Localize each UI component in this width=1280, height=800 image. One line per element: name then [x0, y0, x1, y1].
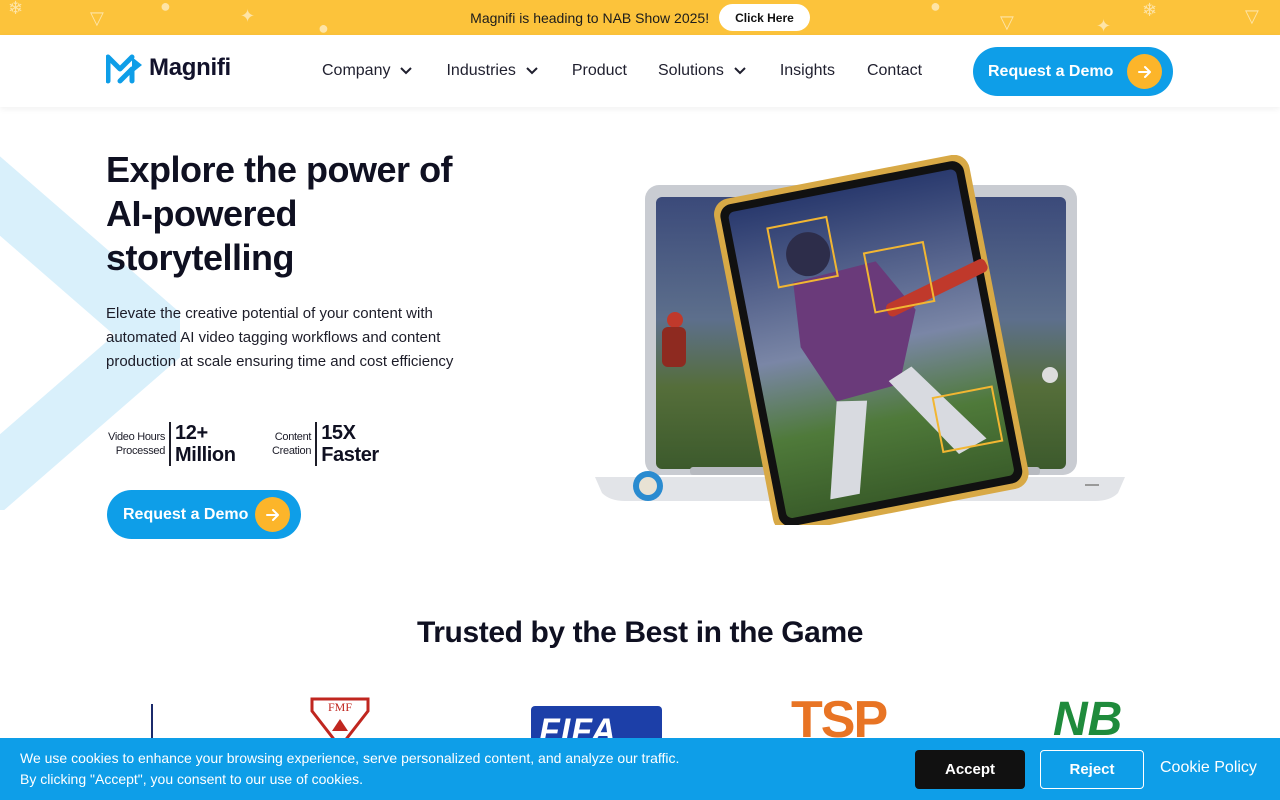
nav-item-label: Solutions: [658, 62, 724, 79]
ball-icon: ●: [160, 0, 171, 16]
pennant-icon: ▽: [1245, 6, 1259, 26]
main-nav: Magnifi Company Industries Product Solut…: [0, 35, 1280, 107]
magnifi-logo[interactable]: Magnifi: [106, 51, 231, 85]
cookie-policy-link[interactable]: Cookie Policy: [1160, 759, 1257, 777]
magnifi-logo-icon: [106, 54, 142, 84]
nav-item-insights[interactable]: Insights: [780, 62, 835, 80]
stat-value-line: Million: [175, 444, 236, 466]
request-demo-label: Request a Demo: [123, 505, 249, 523]
fmf-logo-text: FMF: [328, 700, 352, 714]
stat-value: 15X Faster: [321, 422, 379, 466]
stat-label-line: Processed: [115, 445, 166, 457]
cookie-reject-button[interactable]: Reject: [1040, 750, 1144, 789]
arrow-right-icon: [255, 497, 290, 532]
hero-device-illustration: [595, 155, 1125, 525]
cookie-message-line: By clicking "Accept", you consent to our…: [20, 771, 363, 787]
snowflake-icon: ❄: [8, 0, 24, 18]
stat-divider: [169, 422, 172, 466]
hero-description: Elevate the creative potential of your c…: [106, 305, 454, 370]
chevron-down-icon: [734, 67, 746, 75]
stat-value-line: 12+: [175, 422, 208, 444]
nav-request-demo-button[interactable]: Request a Demo: [973, 47, 1173, 96]
stat-label: Content Creation: [272, 430, 311, 458]
pennant-icon: ▽: [1000, 12, 1014, 32]
announcement-text: Magnifi is heading to NAB Show 2025!: [470, 9, 710, 26]
nav-item-label: Company: [322, 62, 391, 79]
hero-title: Explore the power of AI-powered storytel…: [106, 149, 453, 278]
nav-item-solutions[interactable]: Solutions: [658, 62, 746, 80]
chevron-down-icon: [526, 67, 538, 75]
star-icon: ✦: [240, 6, 256, 26]
nav-item-product[interactable]: Product: [572, 62, 627, 80]
nav-item-label: Insights: [779, 62, 835, 79]
arrow-right-icon: [1127, 54, 1162, 89]
ball-icon: ●: [318, 18, 329, 35]
pennant-icon: ▽: [90, 8, 104, 28]
request-demo-label: Request a Demo: [988, 62, 1114, 80]
cookie-message-line: We use cookies to enhance your browsing …: [20, 750, 680, 766]
snowflake-icon: ❄: [1142, 0, 1158, 20]
stat-value-line: 15X: [321, 422, 356, 444]
nav-menu: Company Industries Product Solutions Ins…: [322, 35, 922, 107]
nav-item-label: Contact: [866, 62, 923, 79]
star-icon: ✦: [1096, 16, 1112, 35]
announcement-click-here-button[interactable]: Click Here: [719, 4, 810, 31]
nav-item-company[interactable]: Company: [322, 62, 413, 80]
stat-label-line: Content: [274, 431, 312, 443]
stat-content-creation: Content Creation 15X Faster: [272, 421, 379, 467]
brand-name: Magnifi: [149, 54, 231, 81]
trusted-section-title: Trusted by the Best in the Game: [416, 616, 864, 649]
stat-value-line: Faster: [321, 444, 379, 466]
nav-item-label: Product: [571, 62, 627, 79]
chevron-down-icon: [400, 67, 413, 75]
stat-label-line: Creation: [272, 445, 312, 457]
hero-request-demo-button[interactable]: Request a Demo: [107, 490, 301, 539]
stat-divider: [315, 422, 318, 466]
cookie-banner: We use cookies to enhance your browsing …: [0, 738, 1280, 800]
stat-label: Video Hours Processed: [108, 430, 165, 458]
announcement-bar: ❄ ▽ ● ✦ ● ● ▽ ✦ ❄ ▽ Magnifi is heading t…: [0, 0, 1280, 35]
stat-video-hours: Video Hours Processed 12+ Million: [108, 421, 236, 467]
stat-value: 12+ Million: [175, 422, 236, 466]
cookie-message: We use cookies to enhance your browsing …: [20, 748, 679, 790]
ball-icon: ●: [930, 0, 941, 16]
nav-item-contact[interactable]: Contact: [867, 62, 922, 80]
stat-label-line: Video Hours: [108, 431, 166, 443]
nav-item-label: Industries: [446, 62, 516, 79]
cookie-accept-button[interactable]: Accept: [915, 750, 1025, 789]
nav-item-industries[interactable]: Industries: [446, 62, 538, 80]
